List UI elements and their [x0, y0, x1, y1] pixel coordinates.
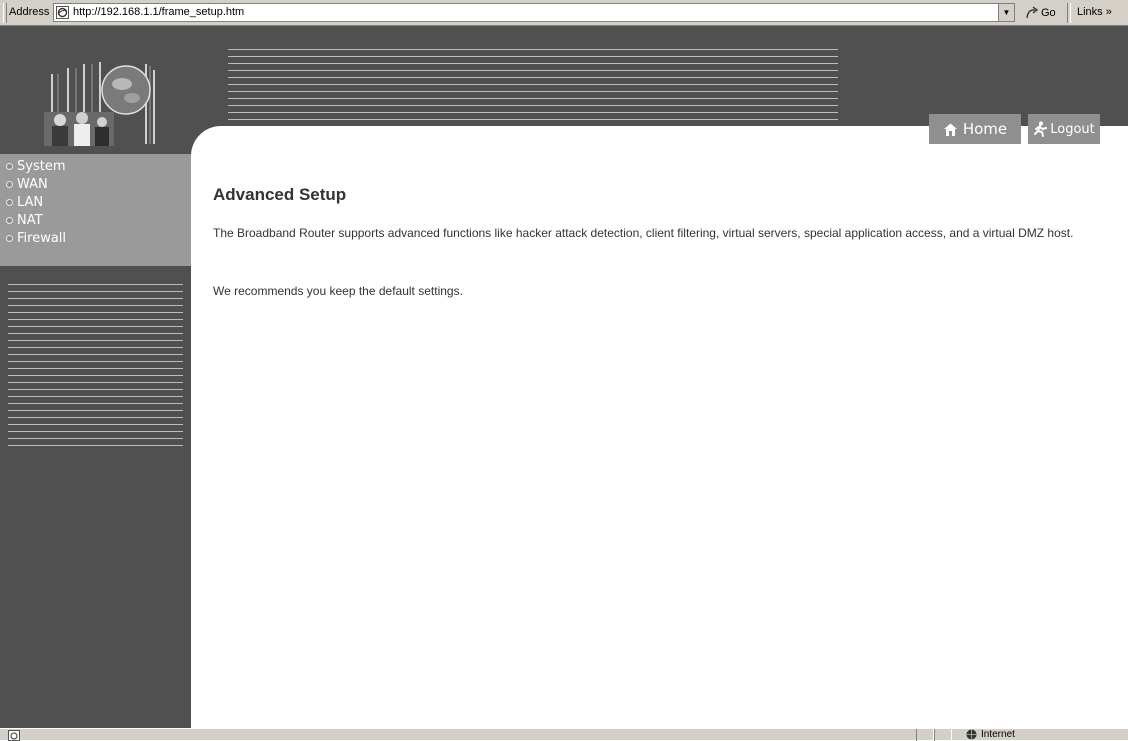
logout-button[interactable]: Logout [1028, 114, 1100, 144]
nav-item-nat[interactable]: NAT [6, 212, 43, 228]
nav-menu: System WAN LAN NAT Firewall [0, 154, 191, 266]
page-title: Advanced Setup [213, 185, 347, 204]
page-status-icon [8, 730, 20, 741]
address-label: Address [9, 6, 50, 18]
security-zone-label: Internet [981, 729, 1015, 740]
running-man-icon [1034, 121, 1048, 137]
header-banner: Home Logout [191, 26, 1128, 156]
bullet-icon [6, 198, 13, 206]
home-icon [943, 123, 957, 136]
address-input[interactable]: http://192.168.1.1/frame_setup.htm ▼ [53, 3, 1015, 22]
nav-item-label: LAN [17, 194, 44, 210]
security-zone: Internet [966, 729, 1015, 740]
address-dropdown-button[interactable]: ▼ [998, 4, 1014, 21]
description-text: The Broadband Router supports advanced f… [213, 226, 1074, 240]
bullet-icon [6, 234, 13, 242]
nav-item-firewall[interactable]: Firewall [6, 230, 66, 246]
left-nav-frame: System WAN LAN NAT Firewall [0, 26, 191, 728]
status-pane [916, 729, 934, 741]
go-label: Go [1041, 7, 1056, 19]
nav-item-label: NAT [17, 212, 43, 228]
go-arrow-icon [1026, 6, 1039, 19]
ie-page-icon [56, 6, 69, 19]
logout-label: Logout [1050, 121, 1095, 137]
main-content: Advanced Setup The Broadband Router supp… [191, 156, 1128, 728]
nav-item-label: WAN [17, 176, 48, 192]
router-logo-image [38, 54, 162, 146]
address-bar: Address http://192.168.1.1/frame_setup.h… [0, 0, 1128, 26]
bullet-icon [6, 216, 13, 224]
nav-item-label: Firewall [17, 230, 67, 246]
globe-icon [966, 729, 977, 740]
status-bar: Internet [0, 728, 1128, 741]
links-button[interactable]: Links » [1077, 6, 1112, 18]
toolbar-separator [1067, 3, 1071, 23]
nav-item-lan[interactable]: LAN [6, 194, 43, 210]
home-button[interactable]: Home [929, 114, 1021, 144]
nav-item-wan[interactable]: WAN [6, 176, 48, 192]
go-button[interactable]: Go [1025, 4, 1056, 22]
nav-item-label: System [17, 158, 66, 174]
decorative-stripes [8, 284, 183, 450]
nav-item-system[interactable]: System [6, 158, 65, 174]
toolbar-grip[interactable] [3, 3, 7, 23]
address-url: http://192.168.1.1/frame_setup.htm [73, 6, 245, 18]
bullet-icon [6, 180, 13, 188]
status-pane [934, 729, 952, 741]
home-label: Home [962, 120, 1008, 138]
bullet-icon [6, 162, 13, 170]
recommendation-text: We recommends you keep the default setti… [213, 284, 463, 298]
